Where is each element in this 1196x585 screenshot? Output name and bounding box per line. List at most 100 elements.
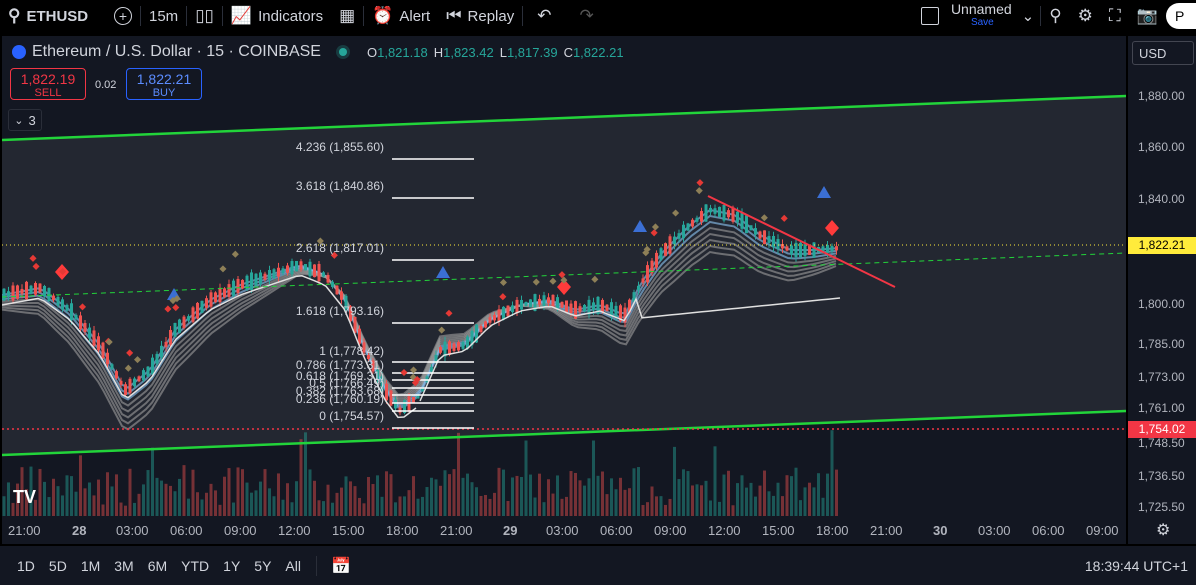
candle-body	[322, 272, 325, 277]
profile-button[interactable]: P	[1166, 0, 1196, 32]
candle-body	[218, 287, 222, 303]
candle-body	[601, 299, 604, 313]
candle-body	[340, 291, 343, 300]
volume-bar	[200, 499, 204, 516]
sell-button[interactable]: 1,822.19 SELL	[10, 68, 86, 100]
alert-label: Alert	[399, 7, 431, 25]
support-price-tag: 1,754.02	[1128, 421, 1196, 438]
candle-body	[308, 261, 312, 277]
volume-bar	[407, 490, 411, 516]
layout-selector[interactable]: Unnamed Save	[947, 0, 1016, 32]
volume-bar	[214, 490, 217, 516]
candle-body	[749, 225, 753, 231]
volume-bar	[749, 482, 753, 516]
time-tick: 06:00	[600, 523, 633, 538]
volume-bar	[205, 492, 208, 516]
range-button-3m[interactable]: 3M	[107, 558, 140, 574]
time-tick: 30	[933, 523, 948, 538]
candle-body	[835, 246, 838, 251]
range-button-1m[interactable]: 1M	[74, 558, 107, 574]
undo-button[interactable]: ↶	[523, 0, 565, 32]
candle-body	[254, 273, 258, 286]
chart-pane[interactable]	[2, 36, 1126, 516]
volume-bar	[538, 473, 541, 516]
volume-bar	[421, 496, 424, 516]
replay-button[interactable]: ⏮ Replay	[438, 0, 522, 32]
redo-button[interactable]: ↷	[565, 0, 607, 32]
fib-level-label: 0.236 (1,760.19)	[295, 392, 384, 406]
compare-button[interactable]: +	[106, 0, 140, 32]
time-tick: 21:00	[870, 523, 903, 538]
fullscreen-button[interactable]: ⛶	[1101, 0, 1129, 32]
range-button-5y[interactable]: 5Y	[247, 558, 278, 574]
time-tick: 29	[503, 523, 518, 538]
candle-body	[722, 205, 726, 221]
price-chart[interactable]	[2, 36, 1126, 516]
volume-bar	[619, 477, 622, 516]
candle-body	[578, 306, 582, 312]
ohlc-high: H1,823.42	[433, 44, 494, 60]
time-tick: 21:00	[8, 523, 41, 538]
volume-bar	[574, 472, 577, 516]
volume-bar	[727, 470, 730, 516]
volume-bar	[250, 492, 253, 516]
chart-type-button[interactable]: ▯▯	[187, 0, 222, 32]
volume-bar	[817, 473, 820, 516]
candle-body	[83, 322, 87, 333]
time-tick: 06:00	[170, 523, 203, 538]
settings-button[interactable]: ⚙	[1070, 0, 1101, 32]
save-label[interactable]: Save	[971, 16, 994, 29]
volume-bar	[821, 497, 825, 516]
currency-select[interactable]: USD	[1132, 41, 1194, 65]
candle-body	[529, 299, 532, 308]
volume-bar	[272, 496, 276, 516]
volume-bar	[106, 472, 109, 516]
volume-bar	[70, 476, 73, 516]
volume-bar	[479, 495, 483, 516]
candle-body	[686, 223, 690, 231]
volume-bar	[785, 475, 789, 516]
range-button-1y[interactable]: 1Y	[216, 558, 247, 574]
interval-button[interactable]: 15m	[141, 0, 186, 32]
volume-bar	[115, 474, 118, 516]
layout-checkbox[interactable]	[913, 0, 947, 32]
price-tick: 1,761.00	[1138, 401, 1185, 415]
candle-body	[259, 272, 262, 284]
candle-body	[484, 321, 487, 328]
range-button-6m[interactable]: 6M	[141, 558, 174, 574]
templates-button[interactable]: ▦	[331, 0, 363, 32]
buy-button[interactable]: 1,822.21 BUY	[126, 68, 202, 100]
volume-bar	[439, 485, 442, 516]
range-button-ytd[interactable]: YTD	[174, 558, 216, 574]
candle-body	[97, 336, 100, 351]
range-button-1d[interactable]: 1D	[10, 558, 42, 574]
volume-bar	[241, 469, 244, 516]
date-range-button[interactable]: 📅	[317, 556, 358, 576]
volume-bar	[475, 487, 478, 516]
candle-body	[506, 305, 510, 317]
candle-body	[776, 239, 780, 249]
candle-body	[727, 210, 730, 218]
volume-bar	[349, 481, 352, 516]
volume-bar	[677, 479, 681, 516]
candle-body	[457, 342, 460, 351]
quick-search-button[interactable]: ⚲	[1041, 0, 1069, 32]
volume-bar	[398, 496, 402, 516]
range-button-5d[interactable]: 5D	[42, 558, 74, 574]
settings-icon[interactable]: ⚙	[1156, 520, 1170, 540]
snapshot-button[interactable]: 📷	[1129, 0, 1166, 32]
range-button-all[interactable]: All	[278, 558, 308, 574]
candle-body	[461, 341, 465, 349]
layout-dropdown[interactable]: ⌄	[1016, 0, 1041, 32]
volume-bar	[209, 483, 213, 516]
volume-bar	[331, 502, 334, 516]
alert-button[interactable]: ⏰ Alert	[364, 0, 438, 32]
clock[interactable]: 18:39:44 UTC+1	[1078, 558, 1196, 574]
volume-bar	[803, 487, 807, 516]
time-tick: 12:00	[708, 523, 741, 538]
currency-label: USD	[1139, 45, 1167, 61]
symbol-search[interactable]: ⚲ ETHUSD	[0, 0, 106, 32]
indicators-button[interactable]: 📈 Indicators	[223, 0, 331, 32]
tradingview-logo-icon[interactable]: TV	[13, 487, 36, 508]
indicators-toggle[interactable]: ⌄ 3	[8, 109, 42, 131]
